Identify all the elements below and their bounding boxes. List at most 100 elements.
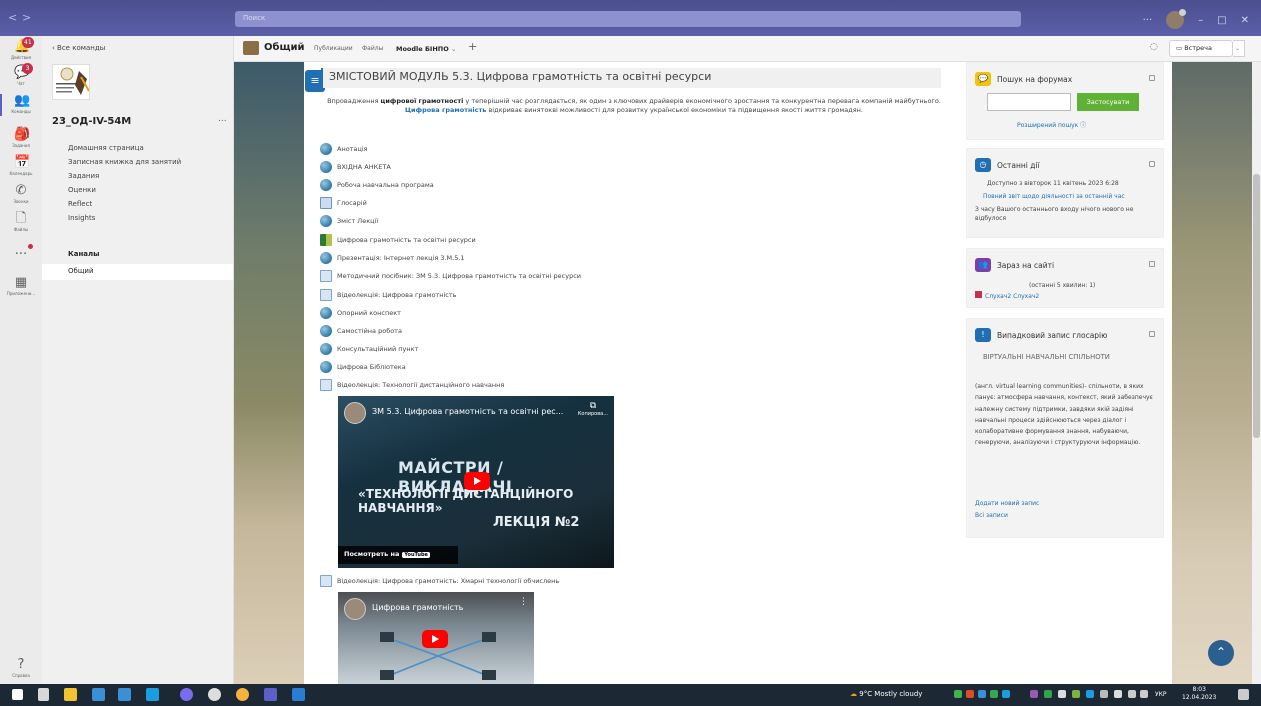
conversation-icon[interactable]: ◌	[1150, 42, 1158, 52]
video-embed[interactable]: Цифрова грамотність ⋮	[338, 592, 534, 684]
activity-item[interactable]: ВХІДНА АНКЕТА	[320, 160, 391, 174]
collapse-icon[interactable]	[1149, 331, 1155, 337]
apply-button[interactable]: Застосувати	[1077, 93, 1139, 111]
store-icon[interactable]	[92, 688, 105, 701]
video-embed[interactable]: ЗМ 5.3. Цифрова грамотність та освітні р…	[338, 396, 614, 568]
collapse-icon[interactable]	[1149, 75, 1155, 81]
back-to-top-button[interactable]: ⌃	[1208, 640, 1234, 666]
search-input[interactable]: Поиск	[235, 11, 1021, 27]
rail-apps[interactable]: ▦ Приложени...	[0, 276, 42, 297]
tray-app-icon[interactable]	[966, 690, 974, 698]
scrollbar[interactable]	[1252, 62, 1261, 684]
video-title[interactable]: Цифрова грамотність	[372, 603, 463, 612]
forum-search-input[interactable]	[987, 93, 1071, 111]
tray-app-icon[interactable]	[954, 690, 962, 698]
app-icon[interactable]	[180, 688, 193, 701]
activity-item[interactable]: Відеолекція: Цифрова грамотність	[320, 288, 456, 302]
activity-item[interactable]: Анотація	[320, 142, 368, 156]
tray-app-icon[interactable]	[1030, 690, 1038, 698]
collapse-icon[interactable]	[1149, 261, 1155, 267]
tray-app-icon[interactable]	[978, 690, 986, 698]
forward-arrow-icon[interactable]: >	[22, 11, 31, 24]
play-icon[interactable]	[464, 472, 490, 490]
language-indicator[interactable]: УКР	[1155, 691, 1167, 698]
copy-link-button[interactable]: ⧉ Копирова...	[578, 401, 608, 417]
maximize-icon[interactable]: □	[1217, 15, 1226, 26]
activity-item[interactable]: Презентація: Інтернет лекція 3.М.5.1	[320, 251, 465, 265]
file-explorer-icon[interactable]	[64, 688, 77, 701]
side-link-reflect[interactable]: Reflect	[68, 200, 92, 208]
activity-item[interactable]: Самостійна робота	[320, 324, 402, 338]
meet-dropdown-button[interactable]: ⌄	[1233, 40, 1245, 57]
pen-icon[interactable]	[1114, 690, 1122, 698]
collapse-icon[interactable]	[1149, 161, 1155, 167]
mail-icon[interactable]	[118, 688, 131, 701]
rail-calendar[interactable]: 📅 Календарь	[0, 156, 42, 177]
tray-app-icon[interactable]	[1072, 690, 1080, 698]
rail-more[interactable]: ...	[0, 244, 42, 259]
windows-start-icon[interactable]	[12, 689, 23, 700]
activity-item[interactable]: Відеолекція: Цифрова грамотність: Хмарні…	[320, 574, 559, 588]
more-options-icon[interactable]: ···	[1143, 15, 1153, 26]
rail-files[interactable]: 🗋 Файлы	[0, 212, 42, 233]
close-icon[interactable]: ✕	[1241, 15, 1249, 26]
activity-item[interactable]: Відеолекція: Технології дистанційного на…	[320, 378, 504, 392]
video-title[interactable]: ЗМ 5.3. Цифрова грамотність та освітні р…	[372, 407, 563, 416]
task-view-icon[interactable]	[38, 688, 49, 701]
side-link-grades[interactable]: Оценки	[68, 186, 96, 194]
side-link-home[interactable]: Домашняя страница	[68, 144, 144, 152]
weather-widget[interactable]: ☁ 9°C Mostly cloudy	[850, 690, 922, 698]
all-teams-link[interactable]: ‹ Все команды	[52, 44, 105, 52]
tray-app-icon[interactable]	[1044, 690, 1052, 698]
tab-moodle[interactable]: Moodle БІНПО ⌄	[396, 45, 456, 53]
watch-on-youtube-button[interactable]: Посмотреть на YouTube	[338, 546, 458, 564]
add-tab-button[interactable]: +	[468, 40, 477, 53]
play-icon[interactable]	[422, 630, 448, 648]
advanced-search-link[interactable]: Розширений пошук ⓘ	[1017, 121, 1086, 130]
all-entries-link[interactable]: Всі записи	[975, 511, 1008, 520]
add-entry-link[interactable]: Додати новий запис	[975, 499, 1039, 508]
rail-chat[interactable]: 💬 3 Чат	[0, 63, 42, 86]
online-user[interactable]: Слухач2 Слухач2	[975, 291, 1039, 301]
side-link-assignments[interactable]: Задания	[68, 172, 99, 180]
scrollbar-thumb[interactable]	[1253, 174, 1260, 438]
avatar[interactable]	[1166, 9, 1187, 29]
activity-item[interactable]: Зміст Лекції	[320, 214, 378, 228]
volume-icon[interactable]	[1140, 690, 1148, 698]
teams-taskbar-icon[interactable]	[264, 688, 277, 701]
tray-app-icon[interactable]	[1002, 690, 1010, 698]
rail-calls[interactable]: ✆ Звонки	[0, 184, 42, 205]
minimize-icon[interactable]: –	[1198, 15, 1203, 26]
chrome-icon[interactable]	[236, 688, 249, 701]
rail-help[interactable]: ? Справка	[0, 658, 42, 679]
tray-app-icon[interactable]	[990, 690, 998, 698]
side-link-notebook[interactable]: Записная книжка для занятий	[68, 158, 181, 166]
network-icon[interactable]	[1100, 690, 1108, 698]
record-icon[interactable]	[208, 688, 221, 701]
rail-teams[interactable]: 👥 Команды	[0, 94, 42, 116]
tab-posts[interactable]: Публикации	[314, 45, 353, 52]
activity-item[interactable]: Глосарій	[320, 196, 367, 210]
back-arrow-icon[interactable]: <	[8, 11, 17, 24]
activity-item[interactable]: Методичний посібник: ЗМ 5.3. Цифрова гра…	[320, 269, 581, 283]
onedrive-icon[interactable]	[1058, 690, 1066, 698]
team-more-icon[interactable]: ...	[218, 114, 227, 124]
meet-button[interactable]: ▭ Встреча	[1169, 40, 1233, 57]
activity-item[interactable]: Опорний конспект	[320, 306, 401, 320]
desc-link[interactable]: Цифрова грамотність	[405, 106, 486, 114]
tab-files[interactable]: Файлы	[362, 45, 383, 52]
tray-app-icon[interactable]	[1086, 690, 1094, 698]
side-link-insights[interactable]: Insights	[68, 214, 95, 222]
rail-activity[interactable]: 🔔 41 Действия	[0, 37, 42, 60]
channel-general[interactable]: Общий	[42, 264, 233, 280]
more-icon[interactable]: ⋮	[519, 597, 528, 607]
wifi-icon[interactable]	[1128, 690, 1136, 698]
activity-item[interactable]: Цифрова грамотність та освітні ресурси	[320, 233, 476, 247]
rail-assignments[interactable]: 🎒 Задания	[0, 128, 42, 149]
full-report-link[interactable]: Повний звіт щодо діяльності за останній …	[983, 192, 1125, 201]
word-icon[interactable]	[292, 688, 305, 701]
activity-item[interactable]: Консультаційний пункт	[320, 342, 418, 356]
notifications-icon[interactable]	[1238, 689, 1249, 700]
activity-item[interactable]: Робоча навчальна програма	[320, 178, 434, 192]
activity-item[interactable]: Цифрова Бібліотека	[320, 360, 406, 374]
